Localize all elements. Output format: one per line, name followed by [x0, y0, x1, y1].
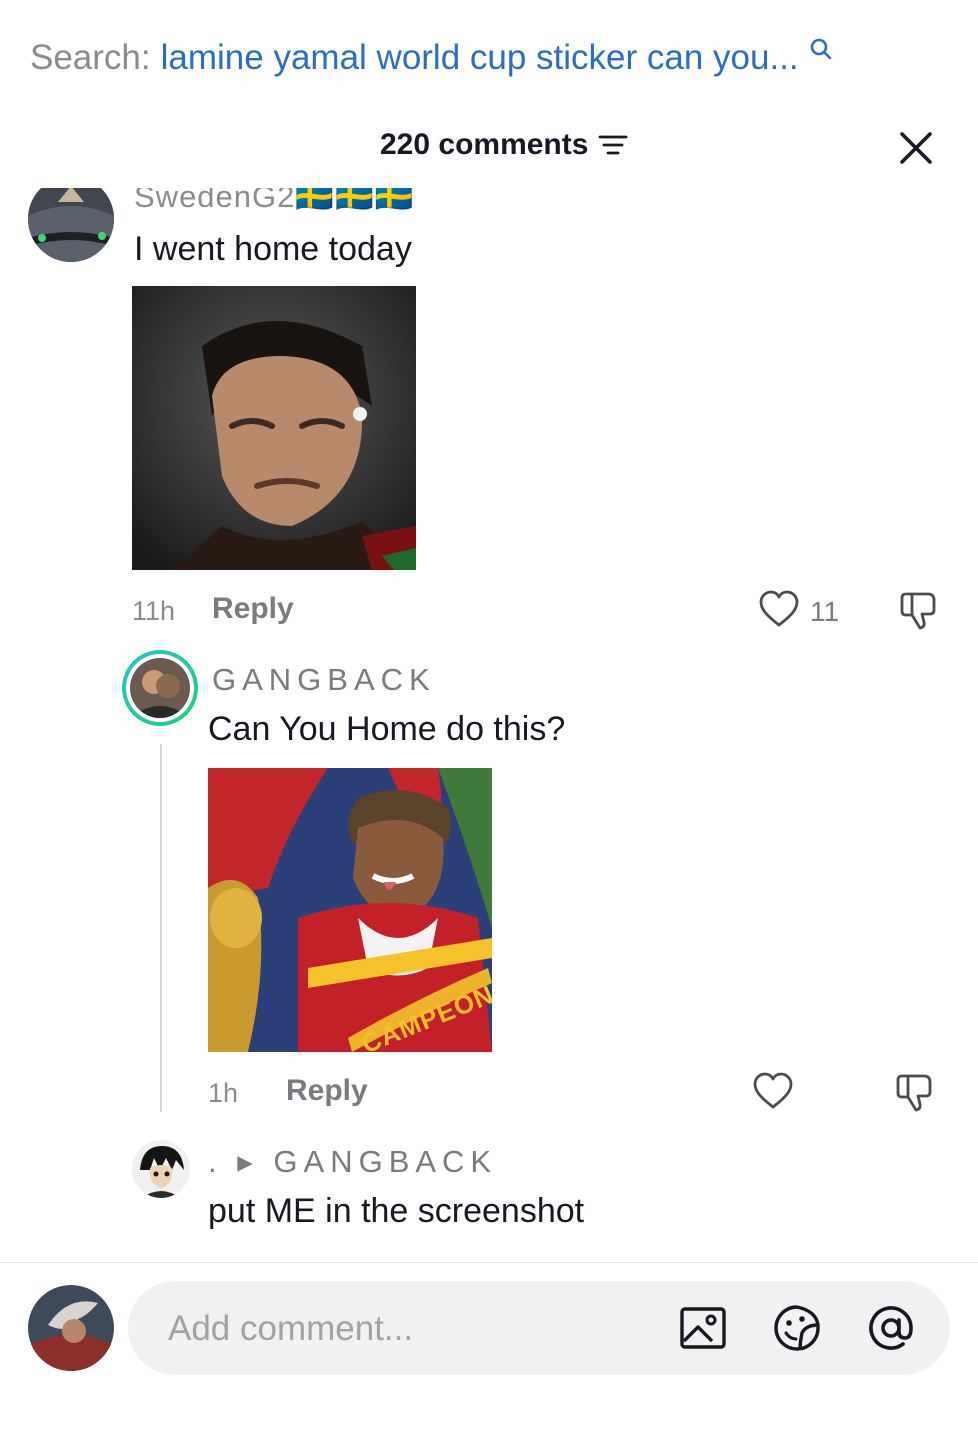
reply-button[interactable]: Reply — [286, 1074, 368, 1108]
comment-count[interactable]: 220 comments — [380, 128, 628, 162]
comment-username[interactable]: SwedenG2🇸🇪🇸🇪🇸🇪 — [134, 188, 414, 215]
search-query[interactable]: lamine yamal world cup sticker can you..… — [161, 38, 799, 78]
avatar-image — [130, 658, 190, 718]
sticker-image[interactable] — [132, 286, 416, 570]
avatar-image — [28, 188, 114, 262]
comment-username[interactable]: . ▸ GANGBACK — [208, 1144, 497, 1180]
reply-button[interactable]: Reply — [212, 592, 294, 626]
comment-list[interactable]: SwedenG2🇸🇪🇸🇪🇸🇪 I went home today 11h Rep… — [0, 188, 978, 1260]
close-icon[interactable] — [896, 128, 936, 168]
sort-icon[interactable] — [598, 133, 628, 157]
comment-input-placeholder: Add comment... — [168, 1309, 414, 1348]
comments-sheet: Search: lamine yamal world cup sticker c… — [0, 0, 978, 1440]
sticker-icon[interactable] — [772, 1303, 822, 1353]
search-prefix: Search: — [30, 38, 151, 77]
comment-time: 11h — [132, 596, 176, 626]
sticker-image[interactable]: CAMPEON — [208, 768, 492, 1052]
image-icon[interactable] — [678, 1303, 728, 1353]
comment-composer: Add comment... — [0, 1262, 978, 1440]
avatar-story-ring[interactable] — [122, 650, 198, 726]
dislike-icon[interactable] — [898, 588, 942, 632]
my-avatar[interactable] — [28, 1285, 114, 1371]
comment-username[interactable]: GANGBACK — [212, 662, 436, 698]
heart-icon[interactable] — [758, 590, 800, 628]
search-icon[interactable] — [809, 37, 833, 61]
heart-icon[interactable] — [752, 1072, 794, 1110]
thread-line — [160, 744, 162, 1112]
comment-text: Can You Home do this? — [208, 710, 566, 748]
dislike-icon[interactable] — [894, 1070, 938, 1114]
crying-player-image — [132, 286, 416, 570]
avatar-image — [132, 1140, 190, 1198]
like-count: 11 — [810, 596, 840, 627]
comment-time: 1h — [208, 1078, 239, 1108]
search-suggestion[interactable]: Search: lamine yamal world cup sticker c… — [30, 36, 833, 80]
comment-text: put ME in the screenshot — [208, 1192, 585, 1230]
avatar-image — [28, 1285, 114, 1371]
avatar[interactable] — [28, 188, 114, 262]
comment-count-label: 220 comments — [380, 128, 589, 161]
comment-text: I went home today — [134, 230, 412, 268]
comments-header: 220 comments — [0, 120, 978, 176]
comment-input[interactable]: Add comment... — [128, 1281, 950, 1375]
avatar[interactable] — [132, 1140, 190, 1198]
mention-icon[interactable] — [866, 1303, 916, 1353]
